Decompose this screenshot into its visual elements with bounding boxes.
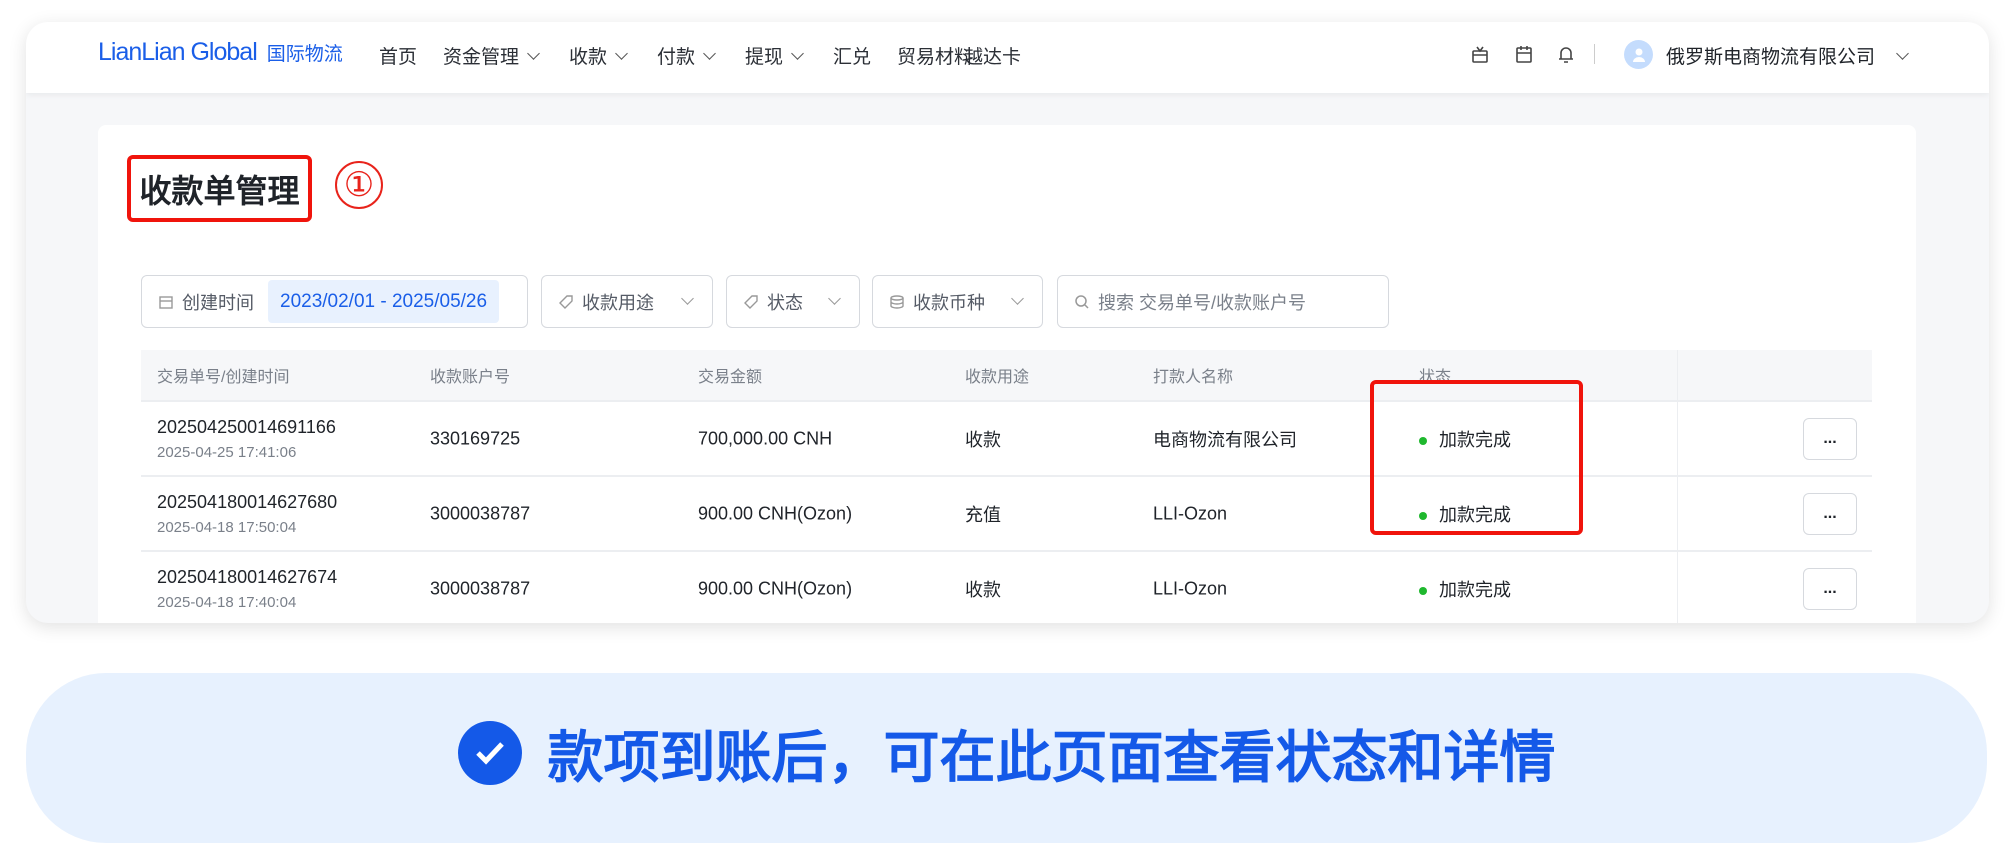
page-title: 收款单管理 xyxy=(127,155,312,222)
chevron-down-icon xyxy=(1011,292,1024,305)
column-header: 收款账户号 xyxy=(430,369,511,386)
nav-label: 资金管理 xyxy=(443,47,520,68)
chevron-down-icon xyxy=(527,46,540,60)
step-marker: ① xyxy=(335,161,383,209)
banner-text: 款项到账后，可在此页面查看状态和详情 xyxy=(547,725,1556,789)
currency-label: 收款币种 xyxy=(913,292,985,313)
purpose: 收款 xyxy=(965,429,1001,450)
nav-item[interactable]: 首页 xyxy=(379,42,417,69)
info-banner: 款项到账后，可在此页面查看状态和详情 xyxy=(26,673,1987,843)
purpose: 收款 xyxy=(965,579,1001,600)
column-header: 交易单号/创建时间 xyxy=(157,369,290,386)
currency-filter[interactable]: 收款币种 xyxy=(872,275,1043,328)
nav-item[interactable]: 提现 xyxy=(745,42,804,69)
nav-label: 首页 xyxy=(379,47,418,68)
top-navbar: LianLian Global 国际物流 首页 资金管理 收款 付款 提现 汇兑 贸易材料 越达… xyxy=(26,22,1989,93)
more-actions-button[interactable]: ... xyxy=(1803,417,1857,460)
account-number: 3000038787 xyxy=(430,503,531,523)
purpose-label: 收款用途 xyxy=(582,292,654,313)
payer-name: LLI-Ozon xyxy=(1153,578,1228,598)
more-actions-button[interactable]: ... xyxy=(1803,492,1857,535)
search-icon xyxy=(1075,294,1089,309)
chevron-down-icon xyxy=(791,46,804,60)
check-circle-icon xyxy=(457,721,522,785)
table-row: 202504180014627674 2025-04-18 17:40:04 30… xyxy=(141,552,1872,623)
chevron-down-icon[interactable] xyxy=(1896,47,1909,60)
amount: 900.00 CNH(Ozon) xyxy=(698,503,853,523)
content-card: 收款单管理 ① 创建时间 2023/02/01 - 2025/05/26 收款用… xyxy=(98,125,1916,623)
receipts-table: 交易单号/创建时间 收款账户号 交易金额 收款用途 打款人名称 状态 2025042500… xyxy=(141,350,1872,623)
column-header: 交易金额 xyxy=(698,369,763,386)
created-time: 2025-04-18 17:40:04 xyxy=(157,593,297,611)
nav-item[interactable]: 资金管理 xyxy=(443,42,540,69)
amount: 700,000.00 CNH xyxy=(698,428,833,448)
created-time: 2025-04-18 17:50:04 xyxy=(157,518,297,536)
chevron-down-icon xyxy=(681,292,694,305)
calendar-icon xyxy=(159,295,173,309)
purpose: 充值 xyxy=(965,504,1001,525)
search-input[interactable]: 搜索 交易单号/收款账户号 xyxy=(1057,275,1389,328)
status-filter[interactable]: 状态 xyxy=(726,275,860,328)
nav-item[interactable]: 付款 xyxy=(657,42,716,69)
nav-item[interactable]: 越达卡 xyxy=(964,42,1021,69)
nav-label: 越达卡 xyxy=(964,47,1022,68)
bell-icon[interactable] xyxy=(1556,44,1576,64)
search-placeholder: 搜索 交易单号/收款账户号 xyxy=(1098,292,1307,313)
purpose-filter[interactable]: 收款用途 xyxy=(541,275,713,328)
logo[interactable]: LianLian Global 国际物流 xyxy=(98,38,343,67)
column-header: 打款人名称 xyxy=(1153,369,1234,386)
gift-icon[interactable] xyxy=(1470,44,1490,64)
user-icon xyxy=(1632,48,1645,62)
status-text: 加款完成 xyxy=(1439,579,1511,600)
transaction-id[interactable]: 202504180014627680 xyxy=(157,492,337,513)
app-window: LianLian Global 国际物流 首页 资金管理 收款 付款 提现 汇兑 贸易材料 越达… xyxy=(26,22,1989,623)
date-label: 创建时间 xyxy=(182,292,254,313)
nav-item[interactable]: 收款 xyxy=(569,42,628,69)
nav-item[interactable]: 汇兑 xyxy=(833,42,871,69)
payer-name: 电商物流有限公司 xyxy=(1153,429,1297,450)
logo-subtitle: 国际物流 xyxy=(266,44,343,65)
date-value[interactable]: 2023/02/01 - 2025/05/26 xyxy=(268,280,500,323)
status-highlight-box xyxy=(1370,380,1583,535)
calendar-icon[interactable] xyxy=(1514,44,1534,64)
status-dot-icon xyxy=(1419,586,1427,595)
nav-label: 汇兑 xyxy=(833,47,872,68)
nav-label: 收款 xyxy=(569,47,608,68)
nav-label: 付款 xyxy=(657,47,696,68)
user-name[interactable]: 俄罗斯电商物流有限公司 xyxy=(1666,42,1875,69)
tag-icon xyxy=(744,294,758,309)
status-badge: 加款完成 xyxy=(1419,576,1511,602)
chevron-down-icon xyxy=(828,292,841,305)
table-header: 交易单号/创建时间 收款账户号 交易金额 收款用途 打款人名称 状态 xyxy=(141,350,1872,402)
amount: 900.00 CNH(Ozon) xyxy=(698,578,853,598)
nav-label: 贸易材料 xyxy=(897,47,974,68)
account-number: 330169725 xyxy=(430,428,521,448)
status-label: 状态 xyxy=(767,292,803,313)
chevron-down-icon xyxy=(615,46,628,60)
table-row: 202504180014627680 2025-04-18 17:50:04 30… xyxy=(141,477,1872,552)
payer-name: LLI-Ozon xyxy=(1153,503,1228,523)
transaction-id[interactable]: 202504250014691166 xyxy=(157,417,336,438)
tag-icon xyxy=(559,294,573,309)
nav-label: 提现 xyxy=(745,47,784,68)
divider xyxy=(1594,44,1595,64)
created-time: 2025-04-25 17:41:06 xyxy=(157,443,297,461)
date-range-filter[interactable]: 创建时间 2023/02/01 - 2025/05/26 xyxy=(141,275,528,328)
transaction-id[interactable]: 202504180014627674 xyxy=(157,567,337,588)
account-number: 3000038787 xyxy=(430,578,531,598)
more-actions-button[interactable]: ... xyxy=(1803,567,1857,610)
database-icon xyxy=(890,294,904,309)
nav-item[interactable]: 贸易材料 xyxy=(897,42,973,69)
column-header: 收款用途 xyxy=(965,369,1030,386)
table-row: 202504250014691166 2025-04-25 17:41:06 33… xyxy=(141,402,1872,477)
avatar[interactable] xyxy=(1624,40,1653,69)
chevron-down-icon xyxy=(703,46,716,60)
